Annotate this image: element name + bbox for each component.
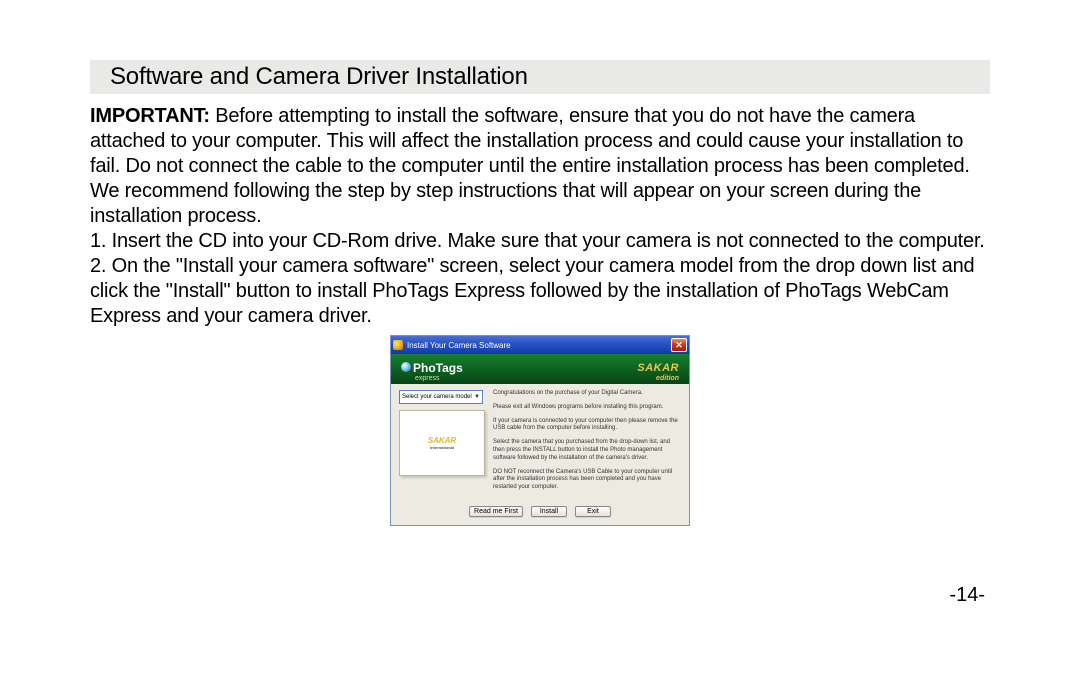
exit-button[interactable]: Exit [575, 506, 611, 517]
preview-brand-badge: SAKAR international [428, 437, 456, 450]
installer-screenshot: Install Your Camera Software ✕ PhoTags e… [90, 335, 990, 526]
photags-logo-icon [401, 362, 411, 372]
installer-left-column: Select your camera model ▼ SAKAR interna… [399, 390, 483, 498]
instruction-line: If your camera is connected to your comp… [493, 418, 681, 434]
window-icon [393, 340, 403, 350]
brand-left: PhoTags express [401, 359, 463, 382]
installer-body: Select your camera model ▼ SAKAR interna… [391, 384, 689, 502]
installer-window: Install Your Camera Software ✕ PhoTags e… [390, 335, 690, 526]
window-title: Install Your Camera Software [407, 341, 671, 350]
step-2: 2. On the "Install your camera software"… [90, 254, 990, 329]
instruction-line: Please exit all Windows programs before … [493, 404, 681, 412]
step-1: 1. Insert the CD into your CD-Rom drive.… [90, 229, 990, 254]
important-label: IMPORTANT: [90, 105, 210, 127]
important-body: Before attempting to install the softwar… [90, 105, 970, 227]
edition-label: edition [637, 375, 679, 382]
installer-instructions: Congratulations on the purchase of your … [493, 390, 681, 498]
brand-bar: PhoTags express SAKAR edition [391, 354, 689, 384]
window-titlebar: Install Your Camera Software ✕ [391, 336, 689, 354]
install-button[interactable]: Install [531, 506, 567, 517]
page-number: -14- [949, 584, 985, 607]
chevron-down-icon: ▼ [474, 394, 480, 400]
section-heading: Software and Camera Driver Installation [90, 60, 990, 94]
readme-button[interactable]: Read me First [469, 506, 523, 517]
instruction-line: DO NOT reconnect the Camera's USB Cable … [493, 469, 681, 492]
camera-model-select[interactable]: Select your camera model ▼ [399, 390, 483, 404]
instruction-line: Congratulations on the purchase of your … [493, 390, 681, 398]
brand-subline: express [415, 375, 463, 382]
camera-model-select-label: Select your camera model [402, 394, 472, 400]
close-icon[interactable]: ✕ [671, 338, 687, 352]
brand-right: SAKAR edition [637, 358, 679, 382]
brand-name: PhoTags [413, 360, 463, 374]
installer-button-row: Read me First Install Exit [391, 502, 689, 525]
body-text: IMPORTANT: Before attempting to install … [90, 104, 990, 329]
manual-page: Software and Camera Driver Installation … [0, 0, 1080, 687]
camera-preview-box: SAKAR international [399, 410, 485, 476]
instruction-line: Select the camera that you purchased fro… [493, 439, 681, 462]
preview-brand-sub: international [428, 446, 456, 450]
edition-brand: SAKAR [637, 362, 679, 374]
